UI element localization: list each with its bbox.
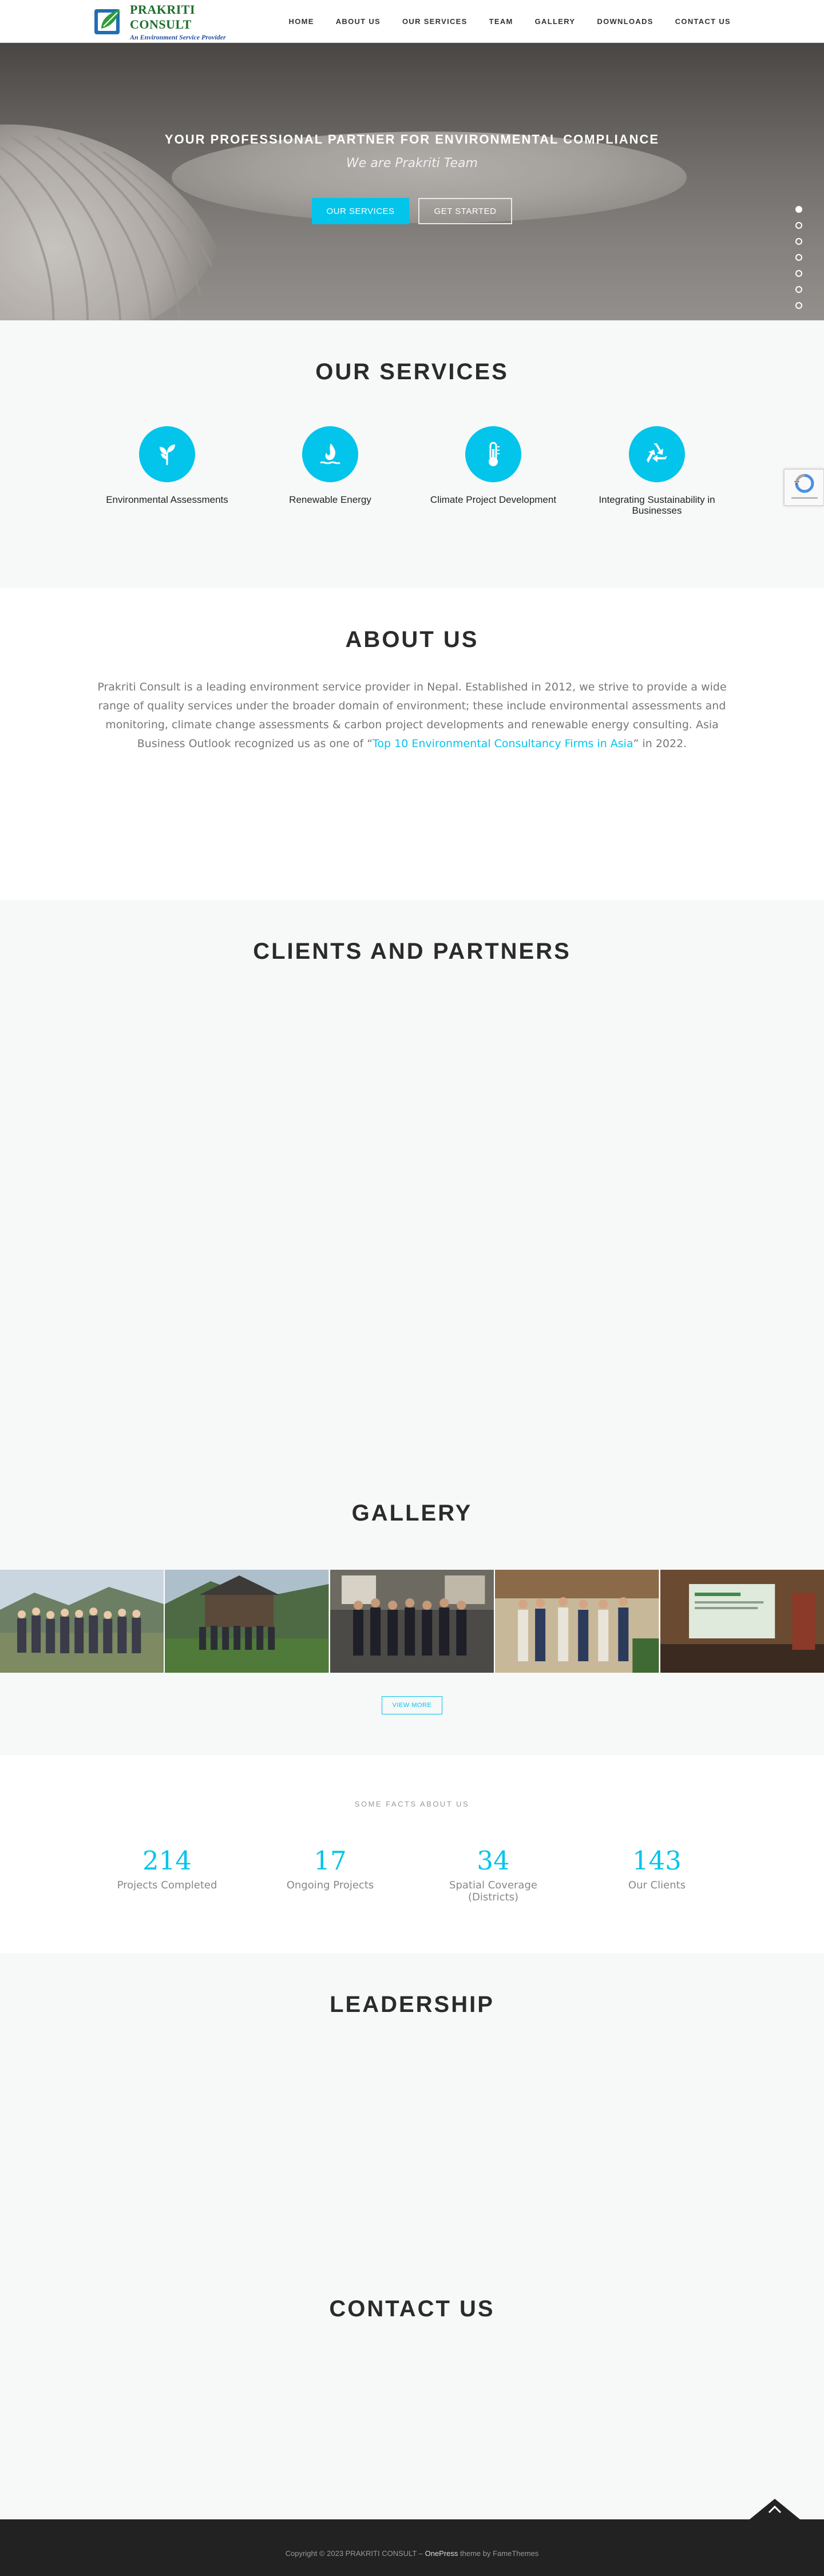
fact-label: Ongoing Projects (286, 1879, 374, 1891)
theme-link[interactable]: OnePress (425, 2549, 458, 2558)
fact-item: 143 Our Clients (588, 1845, 726, 1891)
view-more-button[interactable]: VIEW MORE (382, 1696, 442, 1714)
service-item[interactable]: Integrating Sustainability in Businesses (588, 426, 726, 516)
recaptcha-badge[interactable] (784, 469, 824, 506)
service-item[interactable]: Climate Project Development (425, 426, 562, 506)
leadership-title: LEADERSHIP (330, 1992, 494, 2017)
slider-dot[interactable] (795, 206, 802, 213)
gallery-photo[interactable] (330, 1570, 494, 1673)
back-to-top-button[interactable] (750, 2499, 800, 2519)
get-started-button[interactable]: GET STARTED (418, 198, 512, 224)
hero-overlay (0, 43, 824, 320)
service-label: Renewable Energy (289, 494, 371, 505)
service-label: Climate Project Development (430, 494, 557, 505)
slider-dot[interactable] (795, 238, 802, 245)
clients-title: CLIENTS AND PARTNERS (253, 939, 571, 964)
gallery-photo[interactable] (660, 1570, 824, 1673)
about-text-end: ” in 2022. (633, 737, 687, 750)
services-section: OUR SERVICES Environmental Assessments R… (0, 320, 824, 588)
nav-our-services[interactable]: OUR SERVICES (402, 17, 468, 26)
recycle-icon (629, 426, 685, 482)
service-label: Integrating Sustainability in Businesses (599, 494, 715, 516)
nav-home[interactable]: HOME (289, 17, 314, 26)
fact-label: Spatial Coverage (Districts) (449, 1879, 537, 1903)
fact-label: Our Clients (628, 1879, 686, 1891)
site-logo[interactable]: PRAKRITI CONSULT An Environment Service … (93, 2, 236, 41)
slider-dot[interactable] (795, 302, 802, 309)
fact-value: 143 (632, 1845, 682, 1876)
slider-dot[interactable] (795, 254, 802, 261)
slider-dot[interactable] (795, 222, 802, 229)
slider-dot[interactable] (795, 270, 802, 277)
footer-copyright: Copyright © 2023 PRAKRITI CONSULT – OneP… (0, 2549, 824, 2558)
logo-subtitle: An Environment Service Provider (130, 33, 226, 41)
copyright-text: Copyright © 2023 PRAKRITI CONSULT – (285, 2549, 425, 2558)
gallery-photo[interactable] (495, 1570, 659, 1673)
leaf-logo-icon (93, 6, 125, 38)
gallery-photo[interactable] (0, 1570, 164, 1673)
nav-downloads[interactable]: DOWNLOADS (597, 17, 653, 26)
gallery-strip (0, 1570, 824, 1673)
sprout-icon (139, 426, 195, 482)
top10-award-link[interactable]: Top 10 Environmental Consultancy Firms i… (373, 737, 633, 750)
site-footer: Copyright © 2023 PRAKRITI CONSULT – OneP… (0, 2519, 824, 2576)
logo-title: PRAKRITI CONSULT (130, 2, 196, 31)
main-nav: HOME ABOUT US OUR SERVICES TEAM GALLERY … (289, 0, 731, 43)
service-label: Environmental Assessments (106, 494, 228, 505)
about-section: ABOUT US Prakriti Consult is a leading e… (0, 588, 824, 900)
fact-value: 17 (314, 1845, 347, 1876)
nav-team[interactable]: TEAM (489, 17, 513, 26)
gallery-title: GALLERY (351, 1501, 473, 1526)
theme-credit: theme by FameThemes (458, 2549, 539, 2558)
slider-dot[interactable] (795, 286, 802, 293)
fact-item: 17 Ongoing Projects (262, 1845, 399, 1891)
service-item[interactable]: Renewable Energy (262, 426, 399, 506)
clients-section: CLIENTS AND PARTNERS (0, 900, 824, 1501)
slider-dots (795, 206, 802, 309)
services-title: OUR SERVICES (315, 359, 509, 384)
fact-item: 34 Spatial Coverage (Districts) (425, 1845, 562, 1903)
nav-gallery[interactable]: GALLERY (535, 17, 576, 26)
nav-about-us[interactable]: ABOUT US (336, 17, 381, 26)
fact-value: 214 (142, 1845, 192, 1876)
contact-title: CONTACT US (329, 2296, 495, 2321)
page: PRAKRITI CONSULT An Environment Service … (0, 0, 824, 2576)
fact-item: 214 Projects Completed (98, 1845, 236, 1891)
facts-kicker: SOME FACTS ABOUT US (354, 1800, 470, 1808)
fact-label: Projects Completed (117, 1879, 217, 1891)
our-services-button[interactable]: OUR SERVICES (312, 198, 409, 224)
nav-contact-us[interactable]: CONTACT US (675, 17, 731, 26)
fact-value: 34 (477, 1845, 510, 1876)
about-text: Prakriti Consult is a leading environmen… (97, 678, 727, 753)
leadership-section: LEADERSHIP CONTACT US (0, 1953, 824, 2519)
service-item[interactable]: Environmental Assessments (98, 426, 236, 506)
hero-subtitle: We are Prakriti Team (346, 156, 478, 170)
about-title: ABOUT US (345, 627, 479, 652)
hero-slider: YOUR PROFESSIONAL PARTNER FOR ENVIRONMEN… (0, 43, 824, 320)
hero-title: YOUR PROFESSIONAL PARTNER FOR ENVIRONMEN… (164, 132, 660, 146)
gallery-photo[interactable] (165, 1570, 329, 1673)
thermometer-icon (465, 426, 521, 482)
site-header: PRAKRITI CONSULT An Environment Service … (0, 0, 824, 43)
facts-section: SOME FACTS ABOUT US 214 Projects Complet… (0, 1755, 824, 1953)
flame-water-icon (302, 426, 358, 482)
